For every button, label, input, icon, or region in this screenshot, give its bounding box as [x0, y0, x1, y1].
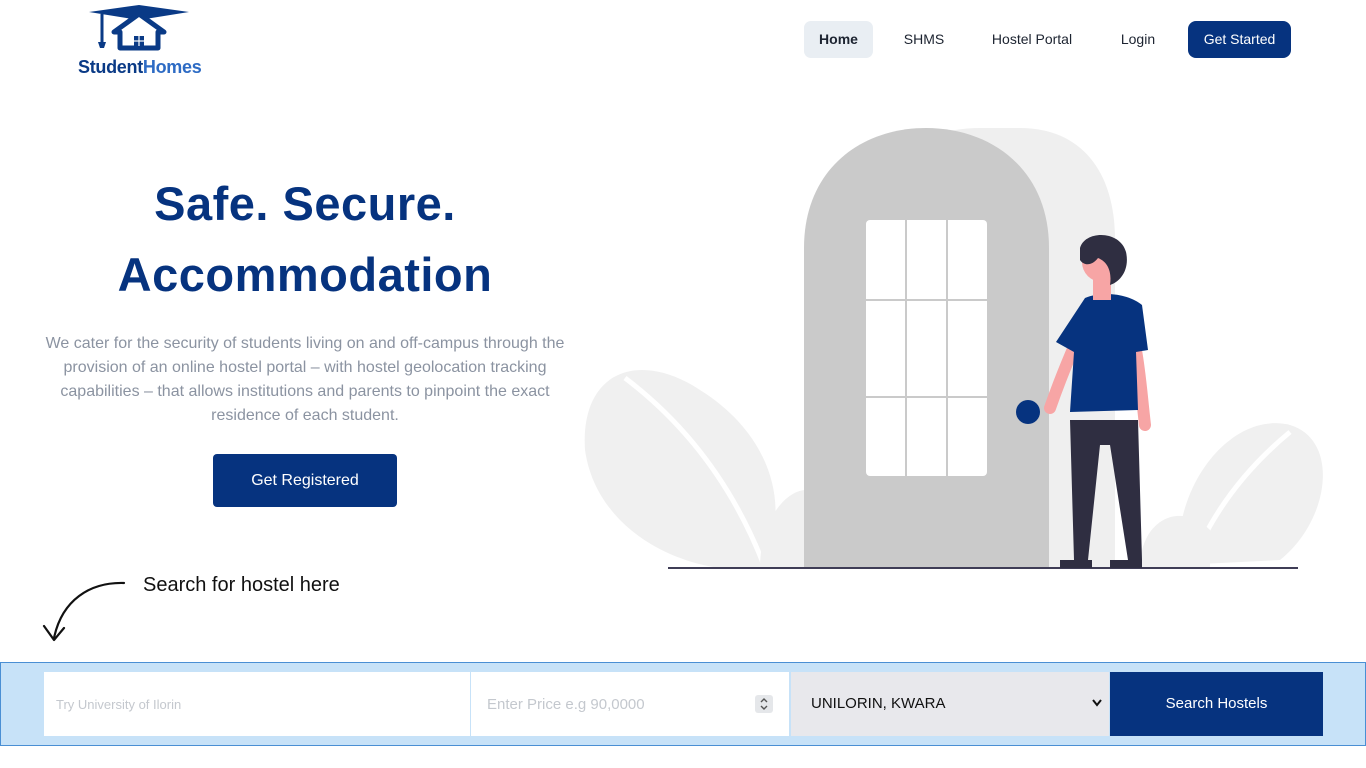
hero-title: Safe. Secure. Accommodation — [40, 168, 570, 310]
nav-home[interactable]: Home — [804, 21, 873, 58]
hero-title-line2: Accommodation — [117, 248, 493, 301]
university-search-input[interactable] — [44, 672, 470, 736]
brand-name: StudentHomes — [78, 57, 202, 77]
graduation-cap-house-icon — [89, 5, 189, 51]
hero-illustration — [584, 128, 1323, 569]
search-hint: Search for hostel here — [143, 574, 340, 596]
get-started-button[interactable]: Get Started — [1188, 21, 1291, 58]
brand-logo[interactable]: StudentHomes — [78, 4, 218, 80]
hero-description: We cater for the security of students li… — [45, 335, 565, 424]
nav-login[interactable]: Login — [1108, 21, 1168, 58]
chevron-down-icon — [1092, 699, 1102, 707]
location-select[interactable]: UNILORIN, KWARA — [791, 672, 1109, 736]
curved-arrow-icon — [42, 581, 126, 642]
price-field — [471, 672, 789, 736]
nav-shms[interactable]: SHMS — [894, 21, 954, 58]
location-select-value: UNILORIN, KWARA — [811, 695, 946, 712]
number-stepper-icon[interactable] — [755, 695, 773, 713]
search-hostels-button[interactable]: Search Hostels — [1110, 672, 1323, 736]
hero-title-line1: Safe. Secure. — [154, 177, 456, 230]
get-registered-button[interactable]: Get Registered — [213, 454, 397, 507]
nav-hostel-portal[interactable]: Hostel Portal — [980, 21, 1084, 58]
hostel-search-bar: UNILORIN, KWARA Search Hostels — [0, 662, 1366, 746]
price-input[interactable] — [471, 672, 751, 736]
